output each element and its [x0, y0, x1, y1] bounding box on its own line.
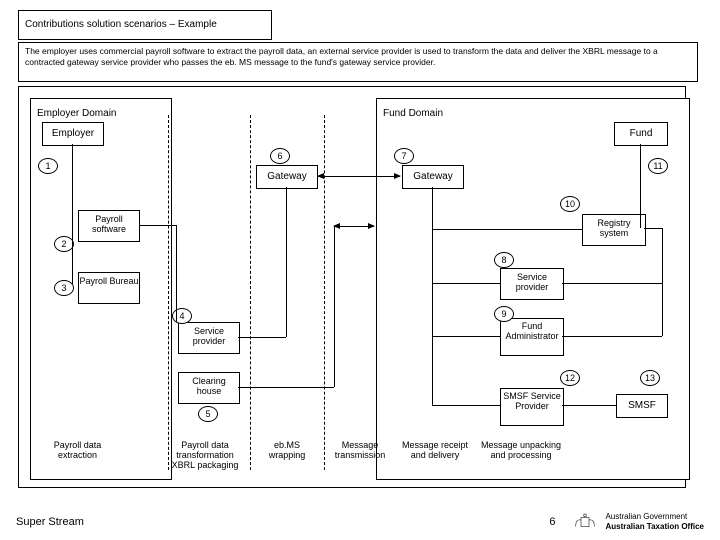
title-box: Contributions solution scenarios – Examp…	[18, 10, 272, 40]
payroll-software-label: Payroll software	[79, 211, 139, 234]
step-12: 12	[560, 370, 580, 386]
employer-label: Employer	[52, 128, 94, 139]
connector-line	[176, 225, 177, 322]
payroll-bureau-node: Payroll Bureau	[78, 272, 140, 304]
service-provider-right-label: Service provider	[501, 269, 563, 292]
step-2: 2	[54, 236, 74, 252]
gateway-right-node: Gateway	[402, 165, 464, 189]
registry-system-label: Registry system	[583, 215, 645, 238]
step-11: 11	[648, 158, 668, 174]
fund-label: Fund	[630, 128, 653, 139]
connector-line	[562, 336, 662, 337]
caption-4: Message transmission	[326, 440, 394, 460]
arrow-mid	[334, 226, 374, 227]
employer-node: Employer	[42, 122, 104, 146]
step-9: 9	[494, 306, 514, 322]
connector-line	[432, 283, 500, 284]
step-3: 3	[54, 280, 74, 296]
divider-1	[168, 115, 169, 470]
step-1: 1	[38, 158, 58, 174]
payroll-software-node: Payroll software	[78, 210, 140, 242]
connector-line	[140, 225, 176, 226]
connector-line	[238, 387, 334, 388]
fund-domain-label: Fund Domain	[383, 108, 443, 119]
step-4: 4	[172, 308, 192, 324]
smsf-node: SMSF	[616, 394, 668, 418]
coat-of-arms-icon	[571, 512, 599, 532]
caption-2: Payroll data transformation XBRL packagi…	[164, 440, 246, 470]
gateway-right-label: Gateway	[413, 171, 452, 182]
gov-line2: Australian Taxation Office	[605, 522, 704, 532]
footer: Super Stream 6 Australian Government Aus…	[16, 512, 704, 532]
step-5: 5	[198, 406, 218, 422]
description-box: The employer uses commercial payroll sof…	[18, 42, 698, 82]
footer-left: Super Stream	[16, 516, 84, 528]
fund-administrator-label: Fund Administrator	[501, 319, 563, 341]
caption-3: eb.MS wrapping	[256, 440, 318, 460]
divider-2	[250, 115, 251, 470]
connector-line	[432, 336, 500, 337]
caption-6: Message unpacking and processing	[480, 440, 562, 460]
clearing-house-node: Clearing house	[178, 372, 240, 404]
footer-page: 6	[549, 516, 555, 528]
connector-line	[662, 228, 663, 336]
step-8: 8	[494, 252, 514, 268]
fund-administrator-node: Fund Administrator	[500, 318, 564, 356]
connector-line	[640, 144, 641, 228]
connector-line	[286, 187, 287, 337]
smsf-service-provider-node: SMSF Service Provider	[500, 388, 564, 426]
connector-line	[432, 229, 582, 230]
gov-logo: Australian Government Australian Taxatio…	[571, 512, 704, 532]
payroll-bureau-label: Payroll Bureau	[79, 273, 139, 286]
clearing-house-label: Clearing house	[179, 373, 239, 396]
registry-system-node: Registry system	[582, 214, 646, 246]
step-7: 7	[394, 148, 414, 164]
fund-node: Fund	[614, 122, 668, 146]
step-6: 6	[270, 148, 290, 164]
gov-line1: Australian Government	[605, 512, 704, 522]
connector-line	[562, 283, 662, 284]
connector-line	[562, 405, 616, 406]
smsf-label: SMSF	[628, 400, 656, 411]
arrow-gateways	[318, 176, 400, 177]
gateway-left-label: Gateway	[267, 171, 306, 182]
connector-line	[644, 228, 662, 229]
caption-1: Payroll data extraction	[40, 440, 115, 460]
employer-domain-label: Employer Domain	[37, 108, 116, 119]
service-provider-right-node: Service provider	[500, 268, 564, 300]
gateway-left-node: Gateway	[256, 165, 318, 189]
connector-line	[432, 187, 433, 405]
connector-line	[238, 337, 286, 338]
step-10: 10	[560, 196, 580, 212]
step-13: 13	[640, 370, 660, 386]
service-provider-left-label: Service provider	[179, 323, 239, 346]
connector-line	[334, 226, 335, 387]
page-title: Contributions solution scenarios – Examp…	[25, 19, 217, 30]
caption-5: Message receipt and delivery	[400, 440, 470, 460]
smsf-service-provider-label: SMSF Service Provider	[501, 389, 563, 411]
connector-line	[432, 405, 500, 406]
divider-3	[324, 115, 325, 470]
connector-line	[72, 144, 73, 284]
description-text: The employer uses commercial payroll sof…	[25, 46, 691, 68]
service-provider-left-node: Service provider	[178, 322, 240, 354]
